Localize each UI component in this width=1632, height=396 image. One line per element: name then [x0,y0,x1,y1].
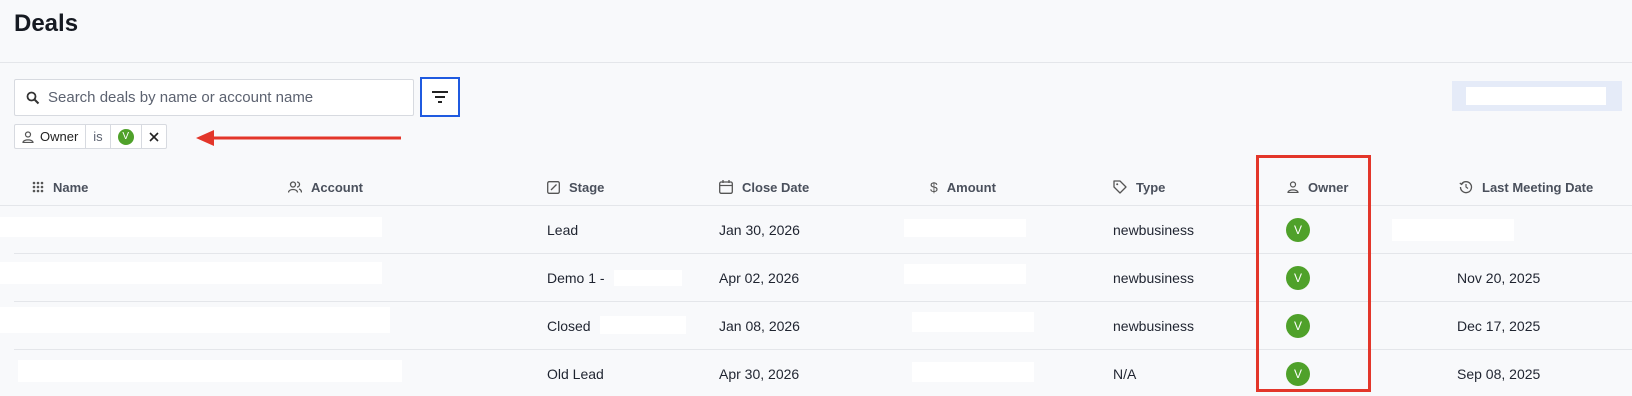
stage-cell: Lead [547,222,579,238]
page-title: Deals [14,10,79,37]
history-icon [1459,181,1473,194]
stage-cell: Demo 1 - [547,270,605,286]
column-header-owner[interactable]: Owner [1287,168,1348,206]
table-row[interactable]: Demo 1 - Apr 02, 2026 newbusiness V Nov … [0,254,1632,302]
edit-icon [547,180,560,194]
owner-avatar: V [1286,266,1310,290]
redacted-block [1466,87,1606,105]
filter-chip[interactable]: Owner is V [14,124,167,149]
grid-icon [32,181,44,193]
redacted-stage [614,270,682,286]
type-cell: N/A [1113,366,1137,382]
redacted-name [0,307,390,333]
owner-avatar: V [1286,218,1310,242]
column-header-name[interactable]: Name [32,168,88,206]
redacted-amount [904,264,1026,284]
tag-icon [1113,180,1127,194]
filter-chip-value[interactable]: V [111,125,142,148]
redacted-amount [912,362,1034,382]
close-date-cell: Jan 30, 2026 [719,222,800,238]
column-label: Owner [1308,179,1349,195]
filter-icon [432,91,448,103]
header-divider [0,62,1632,63]
redacted-last-meeting [1392,219,1514,241]
type-cell: newbusiness [1113,318,1194,334]
person-icon [1287,181,1299,193]
column-header-account[interactable]: Account [288,168,363,206]
filter-button[interactable] [420,77,460,117]
column-label: Close Date [742,179,810,195]
type-cell: newbusiness [1113,270,1194,286]
person-icon [22,130,34,143]
column-header-stage[interactable]: Stage [547,168,604,206]
owner-avatar: V [1286,314,1310,338]
column-label: Type [1136,179,1166,195]
column-label: Name [53,179,89,195]
stage-cell: Closed [547,318,591,334]
redacted-stage [600,316,686,334]
column-header-last-meeting-date[interactable]: Last Meeting Date [1459,168,1593,206]
owner-avatar: V [1286,362,1310,386]
table-row[interactable]: Old Lead Apr 30, 2026 N/A V Sep 08, 2025 [14,350,1632,396]
table-row[interactable]: Closed Jan 08, 2026 newbusiness V Dec 17… [0,302,1632,350]
filter-chip-field[interactable]: Owner [15,125,87,148]
last-meeting-cell: Nov 20, 2025 [1457,270,1541,286]
column-label: Last Meeting Date [1482,179,1594,195]
filter-chip-avatar: V [117,128,134,145]
redacted-amount [912,312,1034,332]
dollar-icon: $ [930,179,938,195]
annotation-arrow [196,130,401,146]
close-date-cell: Jan 08, 2026 [719,318,800,334]
owner-cell[interactable]: V [1286,350,1310,396]
filter-chip-remove-button[interactable] [142,125,166,148]
close-icon [149,131,159,142]
column-label: Account [311,179,363,195]
table-row[interactable]: Lead Jan 30, 2026 newbusiness V [0,206,1632,254]
stage-cell: Old Lead [547,366,604,382]
search-icon [26,91,40,104]
search-input[interactable] [48,89,388,106]
redacted-name [18,360,402,382]
calendar-icon [719,180,733,194]
filter-chip-field-label: Owner [40,129,79,144]
close-date-cell: Apr 02, 2026 [719,270,800,286]
owner-cell[interactable]: V [1286,254,1310,302]
redacted-name [0,262,382,284]
close-date-cell: Apr 30, 2026 [719,366,800,382]
column-label: Stage [569,179,605,195]
type-cell: newbusiness [1113,222,1194,238]
owner-cell[interactable]: V [1286,206,1310,254]
redacted-name [0,217,382,237]
column-header-amount[interactable]: $ Amount [930,168,996,206]
filter-chip-operator[interactable]: is [86,125,111,148]
column-header-close-date[interactable]: Close Date [719,168,809,206]
search-box[interactable] [14,79,414,116]
column-header-type[interactable]: Type [1113,168,1165,206]
people-icon [288,181,302,193]
redacted-amount [904,219,1026,237]
last-meeting-cell: Dec 17, 2025 [1457,318,1541,334]
last-meeting-cell: Sep 08, 2025 [1457,366,1541,382]
redacted-action-button[interactable] [1452,81,1622,111]
column-label: Amount [946,179,996,195]
owner-cell[interactable]: V [1286,302,1310,350]
table-header: Name Account Stage Close Date $ Amount T… [0,168,1632,206]
